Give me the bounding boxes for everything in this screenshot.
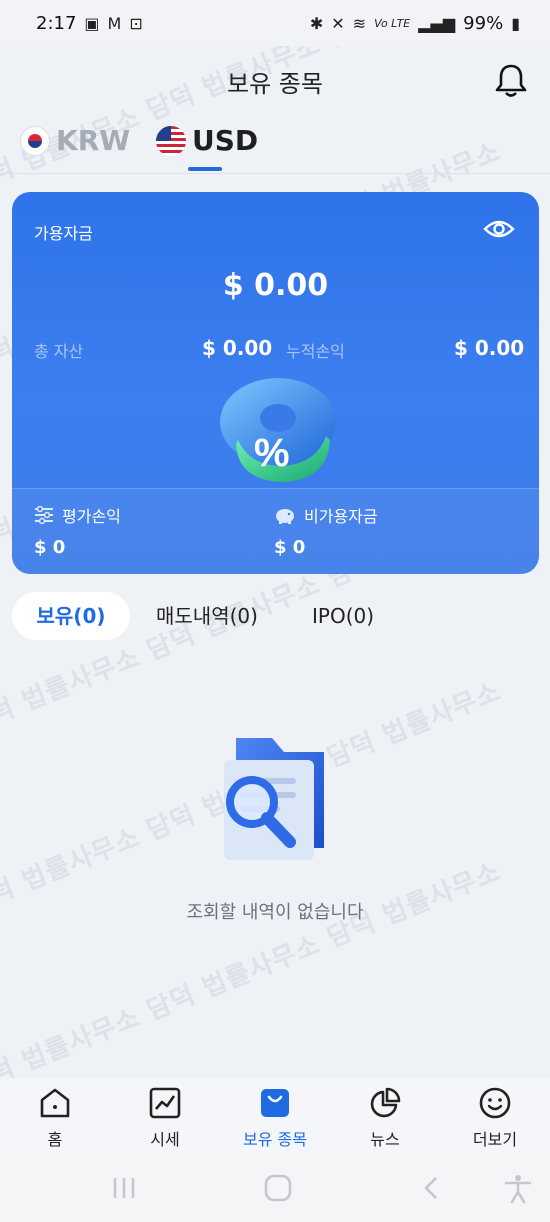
korea-flag-icon	[20, 125, 50, 156]
bag-icon	[261, 1089, 289, 1117]
tab-usd[interactable]: USD	[156, 124, 258, 157]
unavailable-funds-label: 비가용자금	[304, 507, 378, 526]
nav-quotes[interactable]: 시세	[120, 1086, 210, 1150]
volte-label: Vo LTE	[374, 16, 411, 30]
tab-krw-label: KRW	[56, 124, 131, 157]
tab-krw[interactable]: KRW	[20, 124, 130, 157]
unavailable-funds-item: 비가용자금	[274, 503, 378, 527]
percent-illustration: %	[220, 378, 336, 482]
valuation-pl-label: 평가손익	[62, 507, 121, 526]
bottom-nav: 홈 시세 보유 종목 뉴스 더보기	[0, 1078, 550, 1154]
nav-news[interactable]: 뉴스	[340, 1086, 430, 1150]
sliders-icon	[35, 506, 53, 524]
svg-text:%: %	[254, 431, 290, 475]
us-flag-icon	[156, 125, 186, 156]
back-icon[interactable]	[412, 1172, 452, 1204]
eye-icon[interactable]	[483, 218, 515, 240]
gallery-icon: ▣	[84, 13, 100, 33]
wifi-icon: ≋	[352, 13, 367, 33]
nav-home-label: 홈	[47, 1130, 63, 1149]
pie-chart-icon	[370, 1087, 401, 1118]
unavailable-funds-value: $ 0	[274, 537, 306, 558]
bell-icon[interactable]	[494, 62, 528, 98]
balance-card: 가용자금 $ 0.00 총 자산 $ 0.00 누적손익 $ 0.00 % 평가…	[12, 192, 539, 574]
nav-home[interactable]: 홈	[10, 1086, 100, 1150]
watermark-row: 담덕 법률사무소 담덕 법률사무소 담덕 법률사무소	[0, 856, 506, 1100]
nav-quotes-label: 시세	[150, 1130, 180, 1149]
system-nav-bar	[0, 1154, 550, 1222]
battery-icon: ▮	[511, 13, 520, 33]
bluetooth-icon: ✱	[309, 13, 324, 33]
total-assets-value: $ 0.00	[202, 336, 273, 360]
home-button-icon[interactable]	[258, 1172, 298, 1204]
available-funds-amount: $ 0.00	[222, 268, 329, 303]
gmail-icon: M	[107, 13, 122, 33]
active-tab-indicator	[188, 167, 222, 171]
smile-icon	[479, 1087, 511, 1119]
valuation-pl-value: $ 0	[34, 537, 66, 558]
holding-tabs: 보유(0) 매도내역(0) IPO(0)	[0, 592, 550, 642]
tab-sell-history[interactable]: 매도내역(0)	[156, 592, 258, 640]
header: 보유 종목	[0, 46, 550, 116]
card-bottom-section: 평가손익 $ 0 비가용자금 $ 0	[12, 488, 539, 574]
nav-holdings[interactable]: 보유 종목	[230, 1086, 320, 1150]
tab-ipo[interactable]: IPO(0)	[312, 592, 374, 640]
search-folder-illustration	[224, 738, 324, 860]
voicemail-icon: ⊡	[129, 13, 143, 33]
nav-holdings-label: 보유 종목	[243, 1130, 307, 1149]
recent-apps-icon[interactable]	[104, 1172, 144, 1204]
home-icon	[40, 1088, 70, 1118]
total-assets-label: 총 자산	[34, 342, 84, 361]
accessibility-icon[interactable]	[498, 1172, 538, 1204]
nav-news-label: 뉴스	[370, 1130, 400, 1149]
nav-more[interactable]: 더보기	[450, 1086, 540, 1150]
currency-tabs: KRW USD	[0, 116, 550, 174]
nav-more-label: 더보기	[472, 1130, 518, 1149]
status-bar: 2:17 ▣ M ⊡ ✱ ✕ ≋ Vo LTE ▂▄▆ 99% ▮	[0, 0, 550, 46]
cumulative-pl-value: $ 0.00	[454, 336, 525, 360]
tab-usd-label: USD	[192, 124, 259, 157]
piggy-bank-icon	[276, 509, 294, 524]
chart-icon	[149, 1087, 181, 1119]
valuation-pl-item: 평가손익	[34, 503, 121, 527]
battery-percent: 99%	[463, 12, 504, 34]
empty-state-message: 조회할 내역이 없습니다	[186, 902, 364, 923]
page-title: 보유 종목	[227, 69, 323, 98]
mute-icon: ✕	[331, 13, 345, 33]
signal-icon: ▂▄▆	[418, 13, 456, 33]
tab-holdings[interactable]: 보유(0)	[12, 592, 130, 640]
status-time: 2:17	[36, 12, 77, 34]
cumulative-pl-label: 누적손익	[286, 342, 345, 361]
available-funds-label: 가용자금	[34, 224, 93, 243]
